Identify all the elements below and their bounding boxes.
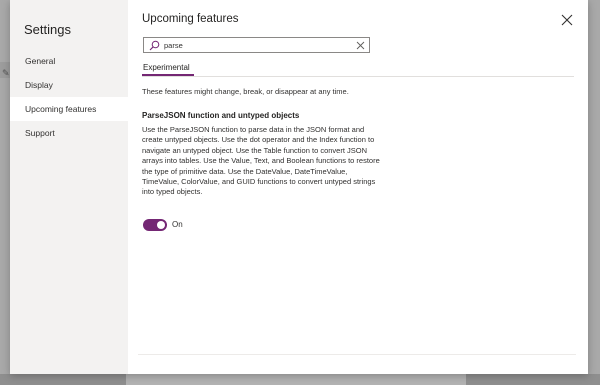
clear-search-icon[interactable] xyxy=(356,41,365,50)
feature-toggle[interactable] xyxy=(143,219,167,231)
nav-item-general[interactable]: General xyxy=(10,49,128,73)
background-app-panel-right xyxy=(466,374,600,385)
panel-title: Upcoming features xyxy=(142,13,239,25)
settings-nav: Settings General Display Upcoming featur… xyxy=(10,0,128,374)
close-icon xyxy=(561,14,573,26)
background-app-canvas xyxy=(126,374,466,385)
feature-title: ParseJSON function and untyped objects xyxy=(142,111,300,120)
search-box xyxy=(143,37,370,53)
footer-divider xyxy=(138,354,576,355)
toggle-state-label: On xyxy=(172,220,183,229)
background-app-panel-left xyxy=(0,374,126,385)
nav-item-upcoming-features[interactable]: Upcoming features xyxy=(10,97,128,121)
search-icon xyxy=(149,40,160,51)
feature-description: Use the ParseJSON function to parse data… xyxy=(142,125,380,197)
search-input[interactable] xyxy=(164,39,354,51)
settings-content: Upcoming features Experimental These fea… xyxy=(128,0,588,374)
settings-dialog: Settings General Display Upcoming featur… xyxy=(10,0,588,374)
tab-divider xyxy=(142,76,574,77)
settings-title: Settings xyxy=(24,22,71,37)
nav-item-support[interactable]: Support xyxy=(10,121,128,145)
background-tool-icon: ✎ xyxy=(2,68,10,78)
close-button[interactable] xyxy=(559,12,575,28)
nav-item-display[interactable]: Display xyxy=(10,73,128,97)
toggle-knob xyxy=(157,221,165,229)
disclaimer-text: These features might change, break, or d… xyxy=(142,87,349,96)
